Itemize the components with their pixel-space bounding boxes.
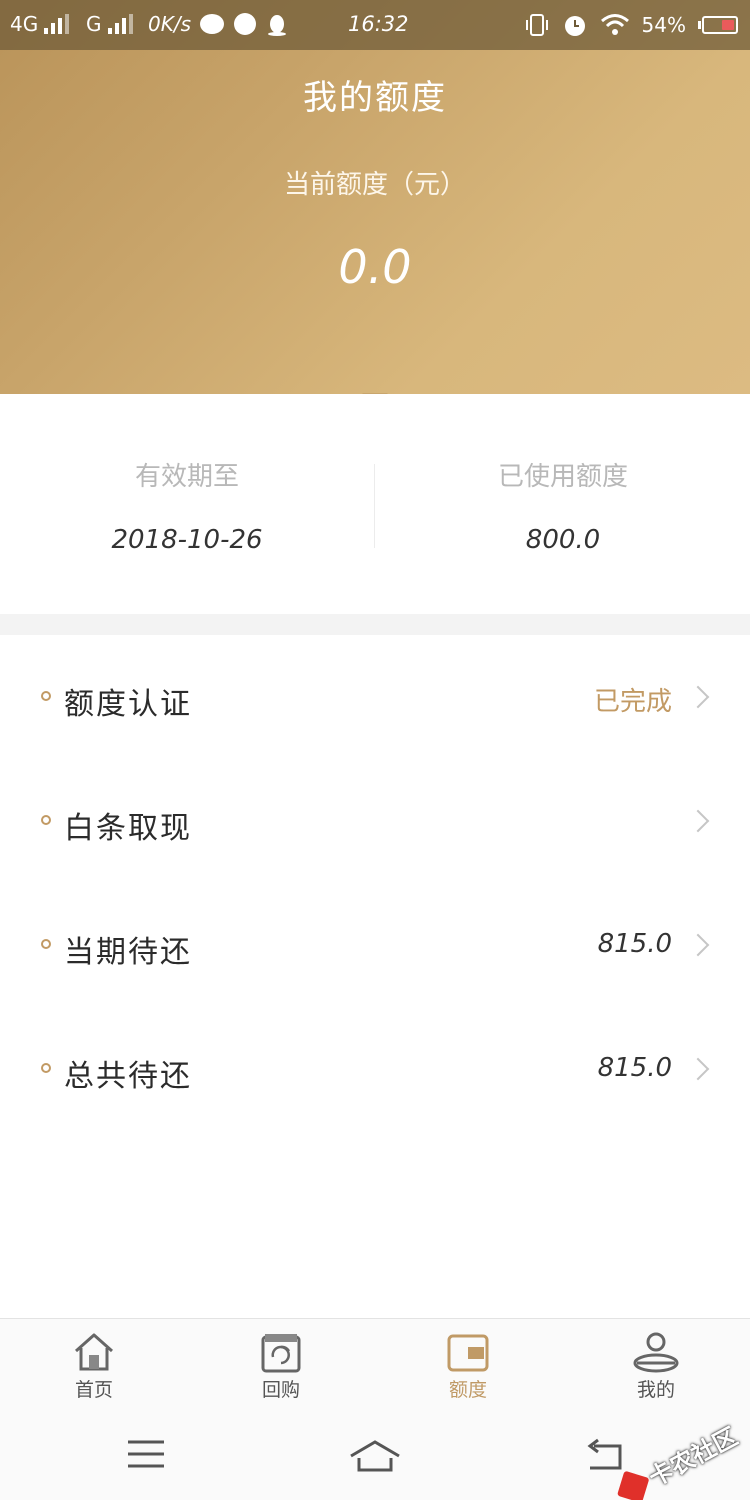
clock: 16:32 — [348, 12, 409, 36]
list-item-total-due[interactable]: 总共待还 815.0 — [0, 1007, 750, 1131]
wifi-icon — [600, 14, 629, 35]
list-item-value: 815.0 — [597, 929, 672, 959]
tab-profile[interactable]: 我的 — [596, 1331, 716, 1402]
status-icons-right: 54% — [524, 12, 738, 38]
chat-bubble-icon — [200, 14, 224, 34]
bullet-dot-icon — [41, 815, 51, 825]
network-speed: 0K/s — [148, 12, 191, 36]
chevron-right-icon — [686, 933, 710, 957]
list-item-quota-certification[interactable]: 额度认证 已完成 — [0, 635, 750, 759]
vibrate-icon — [525, 14, 548, 36]
current-quota-amount: 0.0 — [338, 240, 412, 294]
quota-menu-list: 额度认证 已完成 白条取现 当期待还 815.0 总共待还 815.0 — [0, 635, 750, 1131]
notification-icons — [200, 12, 288, 36]
list-item-status: 已完成 — [593, 687, 672, 717]
home-arrow-icon[interactable] — [349, 1438, 401, 1472]
used-quota-value: 800.0 — [525, 525, 601, 555]
home-icon — [75, 1333, 113, 1371]
used-quota-column: 已使用额度 800.0 — [376, 456, 750, 555]
chevron-right-icon — [686, 685, 710, 709]
signal-strength-icon — [44, 14, 70, 34]
watermark-icon — [616, 1470, 650, 1500]
bullet-dot-icon — [41, 1063, 51, 1073]
battery-icon — [698, 16, 738, 34]
list-item-label: 额度认证 — [64, 687, 192, 722]
list-item-cash-withdrawal[interactable]: 白条取现 — [0, 759, 750, 883]
tab-repurchase[interactable]: 回购 — [221, 1331, 341, 1402]
battery-percent: 54% — [641, 13, 686, 37]
page-title: 我的额度 — [303, 78, 447, 118]
bottom-tab-bar: 首页 回购 额度 我的 — [0, 1318, 750, 1412]
validity-column: 有效期至 2018-10-26 — [0, 456, 374, 555]
bullet-dot-icon — [41, 691, 51, 701]
menu-icon[interactable] — [126, 1438, 166, 1470]
watermark-logo: 卡农社区 — [613, 1417, 742, 1500]
used-quota-label: 已使用额度 — [497, 462, 628, 492]
tab-repurchase-label: 回购 — [261, 1379, 300, 1401]
quota-header: 4G G 0K/s 16:32 54% 我的额度 当前额度（元） 0.0 — [0, 0, 750, 394]
signal-strength-icon-2 — [107, 14, 133, 34]
app-screen: 4G G 0K/s 16:32 54% 我的额度 当前额度（元） 0.0 有效期… — [0, 0, 750, 1500]
current-quota-label: 当前额度（元） — [283, 170, 466, 200]
profile-icon — [633, 1332, 679, 1373]
list-item-label: 当期待还 — [64, 935, 192, 970]
wallet-icon — [447, 1334, 489, 1372]
status-bar: 4G G 0K/s 16:32 54% — [0, 0, 750, 50]
network-label-2: G — [86, 12, 102, 36]
alarm-icon — [564, 16, 585, 36]
system-navigation-bar: 卡农社区 — [0, 1412, 750, 1500]
watermark-text: 卡农社区 — [644, 1422, 743, 1493]
planet-icon — [234, 13, 256, 35]
bullet-dot-icon — [41, 939, 51, 949]
back-icon[interactable] — [584, 1438, 624, 1472]
repurchase-bag-icon — [261, 1334, 301, 1373]
list-item-current-due[interactable]: 当期待还 815.0 — [0, 883, 750, 1007]
tab-home-label: 首页 — [74, 1379, 113, 1401]
list-item-label: 总共待还 — [64, 1059, 192, 1094]
validity-date: 2018-10-26 — [111, 525, 263, 555]
chevron-right-icon — [686, 1057, 710, 1081]
chevron-right-icon — [686, 809, 710, 833]
network-label: 4G — [10, 12, 39, 36]
network-indicator-g: G — [86, 12, 133, 36]
section-gap — [0, 614, 750, 635]
qq-penguin-icon — [268, 15, 286, 36]
list-item-value: 815.0 — [597, 1053, 672, 1083]
validity-label: 有效期至 — [134, 462, 239, 492]
network-indicator-4g: 4G — [10, 12, 70, 36]
tab-quota-label: 额度 — [448, 1379, 487, 1401]
list-item-label: 白条取现 — [64, 811, 192, 846]
quota-summary: 有效期至 2018-10-26 已使用额度 800.0 — [0, 394, 750, 614]
tab-profile-label: 我的 — [636, 1379, 675, 1401]
tab-home[interactable]: 首页 — [34, 1331, 154, 1402]
summary-divider — [374, 464, 375, 548]
tab-quota[interactable]: 额度 — [408, 1331, 528, 1402]
